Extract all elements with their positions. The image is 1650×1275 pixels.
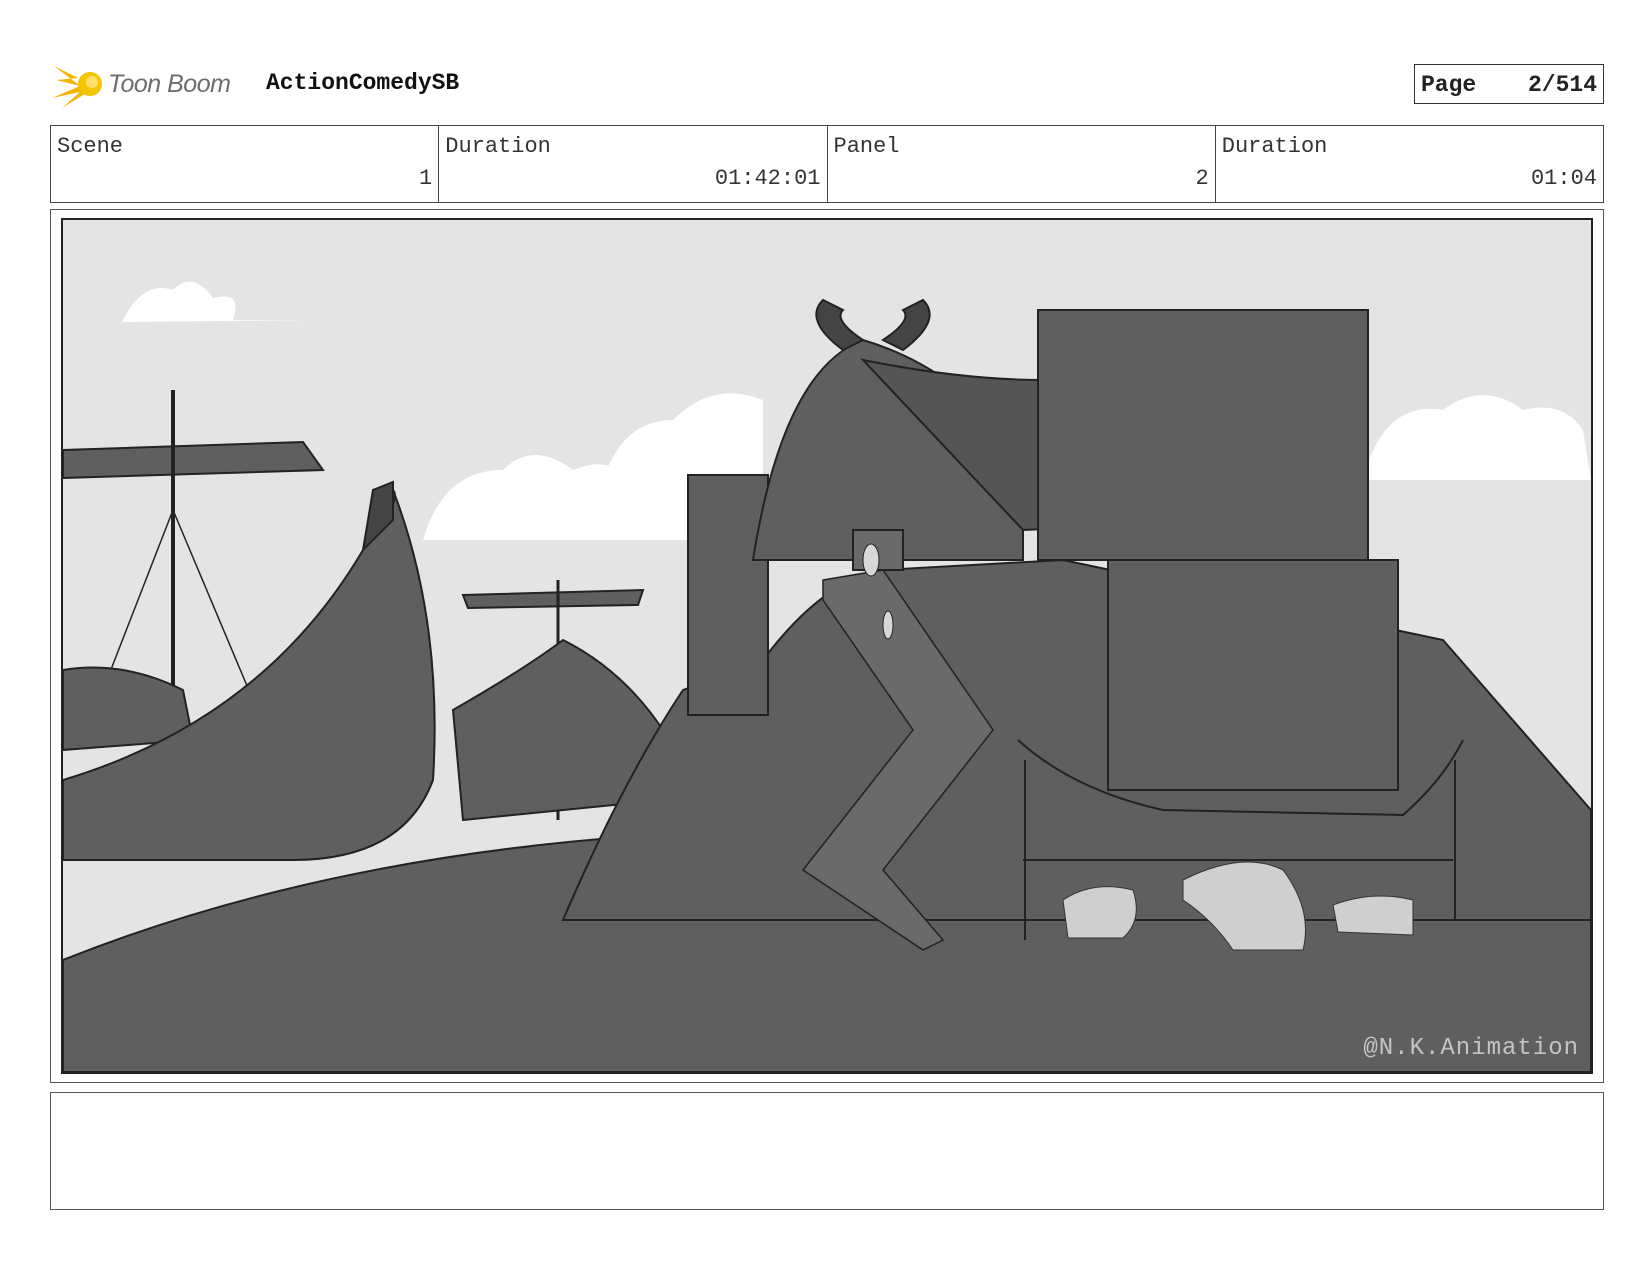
scene-duration-value: 01:42:01 bbox=[714, 166, 821, 191]
panel-value: 2 bbox=[1195, 166, 1209, 191]
left-tower bbox=[687, 474, 769, 716]
project-title: ActionComedySB bbox=[266, 70, 460, 96]
storyboard-header: Toon Boom ActionComedySB Page 2/514 bbox=[50, 58, 1604, 110]
panel-notes-box[interactable] bbox=[50, 1092, 1604, 1210]
scene-info-row: Scene 1 Duration 01:42:01 Panel 2 Durati… bbox=[50, 125, 1604, 203]
right-keep bbox=[1037, 309, 1369, 561]
artist-watermark: @N.K.Animation bbox=[1363, 1035, 1579, 1062]
panel-cell: Panel 2 bbox=[828, 126, 1216, 202]
scene-label: Scene bbox=[57, 134, 124, 159]
right-wall bbox=[1107, 559, 1399, 791]
panel-artwork: @N.K.Animation bbox=[61, 218, 1593, 1074]
panel-duration-value: 01:04 bbox=[1530, 166, 1597, 191]
scene-duration-cell: Duration 01:42:01 bbox=[439, 126, 828, 202]
toon-boom-logo: Toon Boom bbox=[50, 58, 250, 110]
page-label: Page bbox=[1421, 72, 1477, 98]
scene-value: 1 bbox=[419, 166, 433, 191]
panel-label: Panel bbox=[833, 134, 900, 159]
logo-text: Toon Boom bbox=[108, 70, 231, 98]
panel-frame: @N.K.Animation bbox=[50, 209, 1604, 1083]
panel-duration-cell: Duration 01:04 bbox=[1216, 126, 1603, 202]
page-indicator: Page 2/514 bbox=[1414, 64, 1604, 104]
page-number: 2/514 bbox=[1527, 72, 1597, 98]
storyboard-sketch bbox=[63, 220, 1591, 1072]
panel-duration-label: Duration bbox=[1221, 134, 1328, 159]
scene-duration-label: Duration bbox=[445, 134, 551, 159]
scene-cell: Scene 1 bbox=[51, 126, 440, 202]
comet-icon bbox=[52, 66, 102, 108]
